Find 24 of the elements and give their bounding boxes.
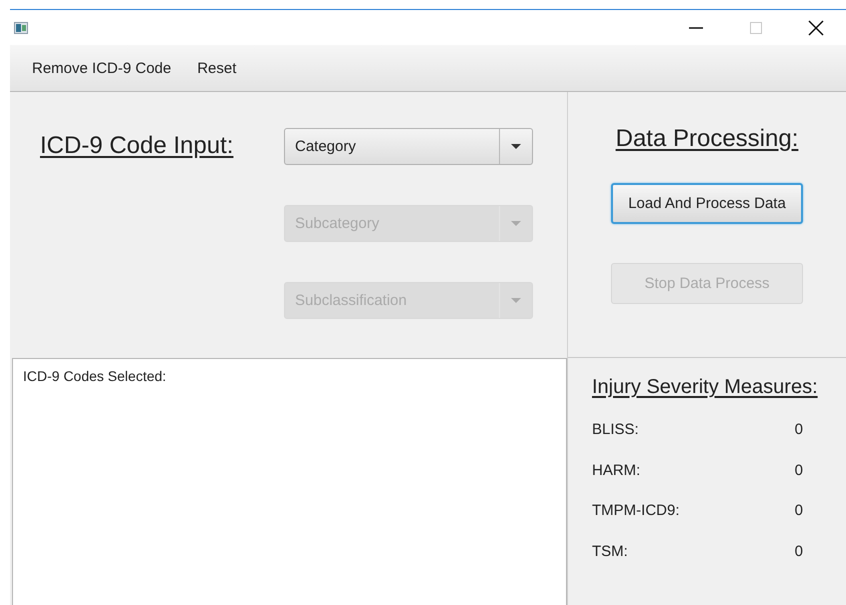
measure-label: HARM: xyxy=(592,462,640,480)
caret-icon xyxy=(511,144,521,149)
measure-value: 0 xyxy=(794,502,803,521)
menu-item[interactable]: Remove ICD-9 Code xyxy=(24,56,180,80)
section-heading: Data Processing: xyxy=(616,125,798,153)
measure-label: TSM: xyxy=(592,542,628,562)
action-button[interactable]: Load And Process Data xyxy=(611,183,803,224)
caret-icon xyxy=(511,298,521,303)
text-area[interactable]: ICD-9 Codes Selected: xyxy=(12,358,567,605)
section-heading: Injury Severity Measures: xyxy=(592,376,819,399)
measure-value: 0 xyxy=(794,462,803,480)
measure-label: BLISS: xyxy=(592,421,639,440)
minimize-icon xyxy=(689,26,703,28)
section-heading: ICD-9 Code Input: xyxy=(40,132,234,161)
maximize-icon xyxy=(748,20,764,36)
caret-icon xyxy=(511,221,521,226)
app-icon xyxy=(14,22,28,34)
measure-label: TMPM-ICD9: xyxy=(592,502,680,521)
dropdown[interactable]: Category xyxy=(284,128,533,165)
measure-value: 0 xyxy=(794,542,803,562)
close-icon xyxy=(808,20,824,36)
measure-value: 0 xyxy=(794,421,803,440)
menu-item[interactable]: Reset xyxy=(189,56,244,80)
text-area-label: ICD-9 Codes Selected: xyxy=(23,368,166,384)
